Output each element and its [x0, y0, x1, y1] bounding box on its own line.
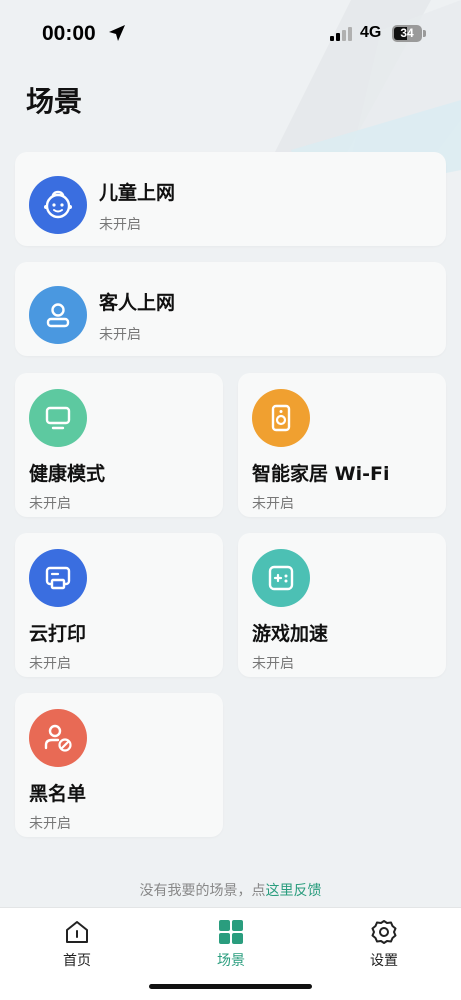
feedback-prefix: 没有我要的场景，点 [139, 883, 266, 899]
page-title: 场景 [26, 85, 83, 118]
gear-icon [371, 920, 397, 944]
tab-label: 设置 [370, 953, 398, 969]
status-time: 00:00 [42, 22, 96, 45]
speaker-icon [252, 389, 310, 447]
scene-status: 未开启 [29, 656, 71, 672]
scene-card-game-boost[interactable]: 游戏加速 未开启 [238, 533, 446, 677]
scene-title: 游戏加速 [252, 623, 329, 645]
tab-settings[interactable]: 设置 [344, 918, 424, 970]
monitor-icon [29, 389, 87, 447]
feedback-text: 没有我要的场景，点这里反馈 [0, 880, 461, 900]
blocked-user-icon [29, 709, 87, 767]
scene-title: 智能家居 Wi-Fi [252, 463, 390, 485]
grid-icon [219, 920, 243, 944]
scene-title: 云打印 [29, 623, 87, 645]
scene-status: 未开启 [99, 217, 141, 233]
home-indicator [149, 984, 312, 989]
tab-scenes[interactable]: 场景 [191, 918, 271, 970]
status-bar: 00:00 4G 34 [0, 0, 461, 62]
scene-card-smart-home[interactable]: 智能家居 Wi-Fi 未开启 [238, 373, 446, 517]
tab-label: 场景 [217, 953, 245, 969]
child-face-icon [29, 176, 87, 234]
home-icon [66, 921, 88, 943]
guest-user-icon [29, 286, 87, 344]
location-arrow-icon [109, 25, 125, 41]
scene-status: 未开启 [252, 656, 294, 672]
battery-icon: 34 [392, 25, 422, 42]
scene-status: 未开启 [29, 816, 71, 832]
scene-title: 客人上网 [99, 292, 176, 314]
scene-card-health[interactable]: 健康模式 未开启 [15, 373, 223, 517]
scene-card-cloud-print[interactable]: 云打印 未开启 [15, 533, 223, 677]
cellular-signal-icon [330, 27, 352, 41]
gamepad-icon [252, 549, 310, 607]
scene-card-child[interactable]: 儿童上网 未开启 [15, 152, 446, 246]
scene-status: 未开启 [99, 327, 141, 343]
scene-card-guest[interactable]: 客人上网 未开启 [15, 262, 446, 356]
scene-title: 健康模式 [29, 463, 106, 485]
scene-title: 黑名单 [29, 783, 87, 805]
tab-label: 首页 [63, 953, 91, 969]
battery-level: 34 [400, 26, 414, 40]
battery-tip [423, 30, 426, 37]
scene-title: 儿童上网 [99, 182, 176, 204]
printer-icon [29, 549, 87, 607]
tab-home[interactable]: 首页 [37, 918, 117, 970]
scene-status: 未开启 [29, 496, 71, 512]
scene-card-blacklist[interactable]: 黑名单 未开启 [15, 693, 223, 837]
scene-status: 未开启 [252, 496, 294, 512]
feedback-link[interactable]: 这里反馈 [266, 883, 322, 899]
network-type: 4G [360, 24, 382, 41]
